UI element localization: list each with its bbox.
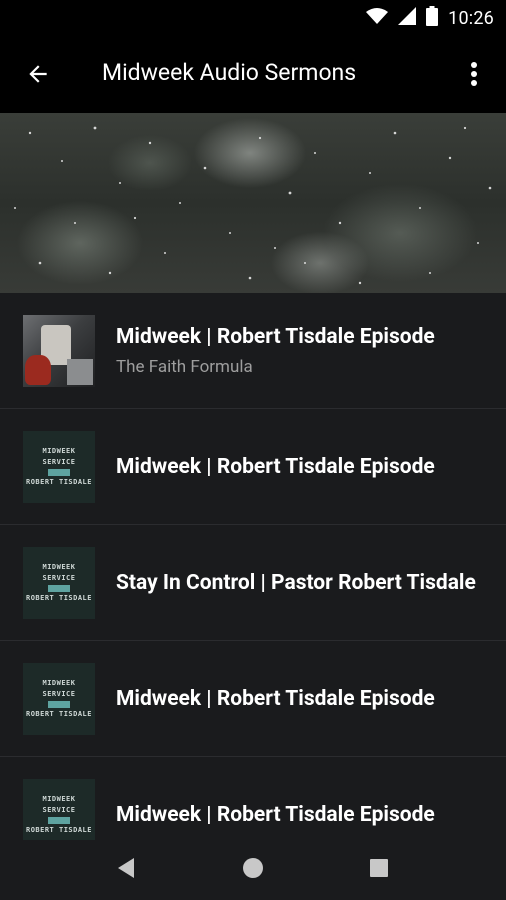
arrow-back-icon (25, 61, 51, 91)
thumb-text-line: MIDWEEK (42, 447, 76, 455)
list-item[interactable]: MIDWEEK SERVICE ROBERT TISDALE Midweek |… (0, 641, 506, 757)
episode-title: Midweek | Robert Tisdale Episode (116, 803, 435, 827)
thumb-text-line: ROBERT TISDALE (25, 710, 92, 718)
header-image (0, 113, 506, 293)
episode-thumbnail: MIDWEEK SERVICE ROBERT TISDALE (23, 547, 95, 619)
status-bar: 10:26 (0, 0, 506, 36)
episode-thumbnail: MIDWEEK SERVICE ROBERT TISDALE (23, 431, 95, 503)
episode-title: Midweek | Robert Tisdale Episode (116, 455, 435, 479)
thumb-text-line: MIDWEEK (42, 679, 76, 687)
wifi-icon (366, 7, 389, 29)
episode-title: Midweek | Robert Tisdale Episode (116, 687, 435, 711)
episode-thumbnail: MIDWEEK SERVICE ROBERT TISDALE (23, 779, 95, 840)
signal-icon (398, 7, 417, 29)
nav-back-button[interactable] (110, 854, 142, 886)
episode-thumbnail: MIDWEEK SERVICE ROBERT TISDALE (23, 663, 95, 735)
recents-square-icon (369, 858, 389, 882)
episode-subtitle: The Faith Formula (116, 357, 253, 377)
list-item[interactable]: MIDWEEK SERVICE ROBERT TISDALE Midweek |… (0, 757, 506, 840)
battery-icon (426, 6, 439, 30)
episode-title: Stay In Control | Pastor Robert Tisdale (116, 571, 476, 595)
thumb-text-line: MIDWEEK (42, 563, 76, 571)
sermon-list: Midweek | Robert Tisdale Episode The Fai… (0, 293, 506, 840)
thumb-text-line: MIDWEEK (42, 795, 76, 803)
back-triangle-icon (116, 857, 136, 883)
back-button[interactable] (18, 56, 58, 96)
list-item[interactable]: MIDWEEK SERVICE ROBERT TISDALE Midweek |… (0, 409, 506, 525)
list-item[interactable]: Midweek | Robert Tisdale Episode The Fai… (0, 293, 506, 409)
more-vert-icon (470, 61, 478, 91)
list-item[interactable]: MIDWEEK SERVICE ROBERT TISDALE Stay In C… (0, 525, 506, 641)
page-title: Midweek Audio Sermons (102, 59, 357, 86)
thumb-text-line: ROBERT TISDALE (25, 826, 92, 834)
thumb-text-line: ROBERT TISDALE (25, 594, 92, 602)
thumb-text-line: SERVICE (42, 690, 76, 698)
home-circle-icon (242, 857, 264, 883)
thumb-text-line: SERVICE (42, 458, 76, 466)
nav-home-button[interactable] (237, 854, 269, 886)
episode-thumbnail (23, 315, 95, 387)
overflow-menu-button[interactable] (456, 56, 492, 96)
app-bar: Midweek Audio Sermons (0, 36, 506, 113)
nav-recents-button[interactable] (363, 854, 395, 886)
snow-overlay (14, 126, 492, 285)
status-time: 10:26 (448, 7, 494, 29)
system-nav-bar (0, 840, 506, 900)
episode-title: Midweek | Robert Tisdale Episode (116, 325, 435, 349)
thumb-text-line: ROBERT TISDALE (25, 478, 92, 486)
thumb-text-line: SERVICE (42, 806, 76, 814)
status-icons: 10:26 (366, 0, 494, 36)
thumb-text-line: SERVICE (42, 574, 76, 582)
